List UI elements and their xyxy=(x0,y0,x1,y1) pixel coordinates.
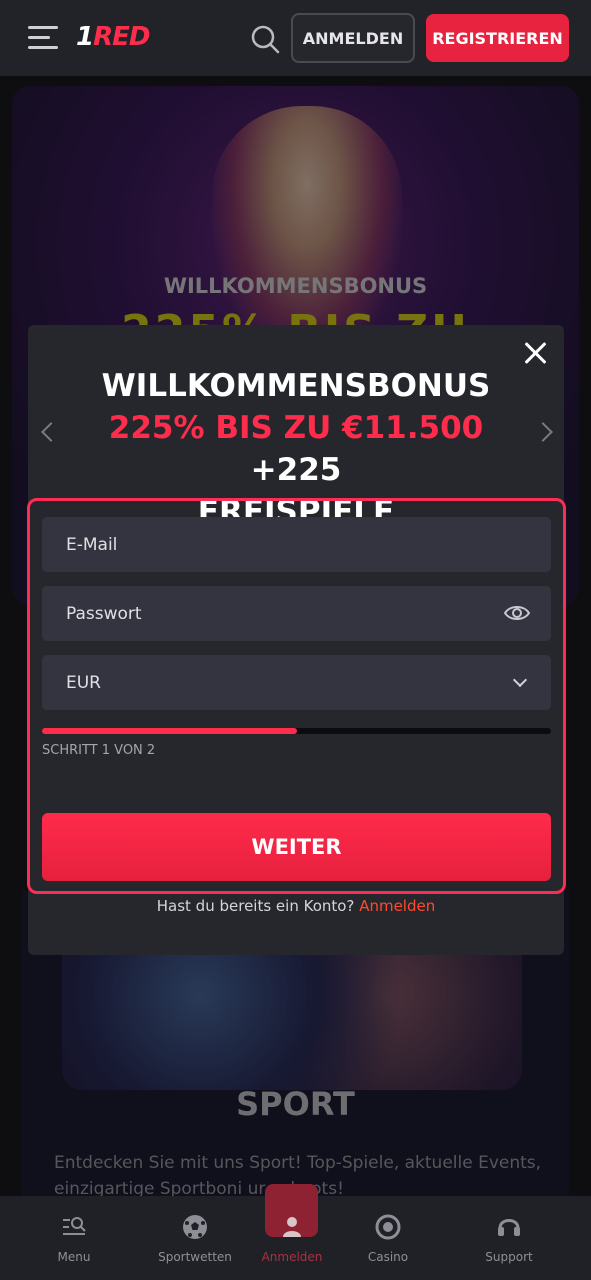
step-indicator: SCHRITT 1 VON 2 xyxy=(42,743,156,758)
currency-value: EUR xyxy=(66,672,101,693)
email-field[interactable]: E-Mail xyxy=(42,517,551,572)
password-field[interactable]: Passwort xyxy=(42,586,551,641)
close-icon[interactable] xyxy=(524,341,548,365)
currency-select[interactable]: EUR xyxy=(42,655,551,710)
eye-icon[interactable] xyxy=(503,602,531,624)
search-icon[interactable] xyxy=(250,24,280,54)
nav-support-label: Support xyxy=(485,1250,533,1264)
header-login-button[interactable]: ANMELDEN xyxy=(291,13,415,63)
promo-free-spins-count: +225 xyxy=(250,452,342,488)
promo-line2: 225% BIS ZU €11.500 +225 xyxy=(68,407,524,491)
nav-sportwetten-label: Sportwetten xyxy=(158,1250,232,1264)
promo-line1: WILLKOMMENSBONUS xyxy=(101,368,491,404)
nav-anmelden-label: Anmelden xyxy=(261,1250,323,1264)
menu-search-icon xyxy=(63,1217,86,1235)
soccer-ball-icon xyxy=(183,1215,207,1239)
casino-chip-icon xyxy=(375,1214,401,1240)
next-button[interactable]: WEITER xyxy=(42,813,551,881)
chevron-left-icon[interactable] xyxy=(41,422,61,442)
header-register-button[interactable]: REGISTRIEREN xyxy=(426,14,569,62)
bottom-navigation: Menu Sportwetten Anmelden Casino Support xyxy=(0,1184,591,1280)
headset-icon xyxy=(498,1219,520,1236)
login-prompt: Hast du bereits ein Konto? Anmelden xyxy=(28,897,564,915)
chevron-down-icon xyxy=(512,672,528,688)
nav-menu-label: Menu xyxy=(57,1250,91,1264)
registration-modal: WILLKOMMENSBONUS 225% BIS ZU €11.500 +22… xyxy=(27,325,566,955)
chevron-right-icon[interactable] xyxy=(533,422,553,442)
hamburger-menu-icon[interactable] xyxy=(28,24,60,52)
login-prompt-text: Hast du bereits ein Konto? xyxy=(156,897,355,915)
step-progress-fill xyxy=(42,728,297,734)
nav-casino-label: Casino xyxy=(367,1250,409,1264)
top-header: 1RED ANMELDEN REGISTRIEREN xyxy=(0,0,591,76)
step-progress-bar xyxy=(42,728,551,734)
registration-form: E-Mail Passwort EUR SCHRITT 1 VON 2 WEIT… xyxy=(27,498,566,894)
login-link[interactable]: Anmelden xyxy=(359,897,435,915)
user-icon xyxy=(283,1217,301,1237)
brand-logo[interactable]: 1RED xyxy=(76,22,150,52)
promo-bonus-amount: 225% BIS ZU €11.500 xyxy=(108,410,484,446)
password-placeholder: Passwort xyxy=(66,603,142,624)
